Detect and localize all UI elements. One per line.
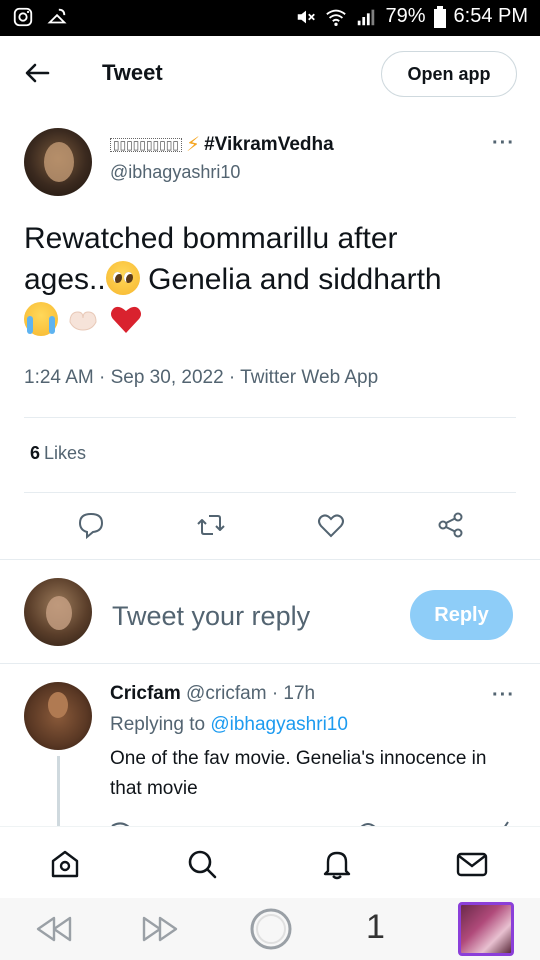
share-icon[interactable] (436, 510, 466, 540)
battery-icon (433, 5, 446, 28)
reply-button[interactable]: Reply (410, 590, 513, 640)
tweet-text-line1: Rewatched bommarillu after (24, 222, 398, 255)
reply-actions-clipped (100, 818, 520, 826)
replying-to-link[interactable]: @ibhagyashri10 (210, 714, 348, 735)
red-heart-emoji (110, 306, 141, 333)
tweet-actions (0, 510, 540, 546)
mute-icon (298, 10, 316, 23)
replying-to: Replying to @ibhagyashri10 (110, 714, 348, 736)
wifi-icon (326, 9, 347, 26)
back-arrow-icon[interactable] (22, 58, 52, 88)
tweet-text-line2b: Genelia and siddharth (139, 263, 442, 296)
instagram-icon (13, 7, 33, 27)
reply-author-name: Cricfam (110, 683, 181, 704)
pleading-face-emoji (105, 261, 140, 295)
page-title: Tweet (102, 60, 163, 85)
likes-number: 6 (30, 443, 41, 463)
comment-icon[interactable] (76, 510, 106, 540)
satellite-icon (47, 8, 67, 24)
reply-author-avatar[interactable] (24, 682, 92, 750)
reply-handle-time: @cricfam · 17h (180, 683, 316, 704)
thread-line (57, 756, 60, 826)
likes-count[interactable]: 6 Likes (30, 443, 86, 464)
reply-more-options-icon[interactable]: ··· (492, 684, 515, 707)
replying-prefix: Replying to (110, 714, 211, 735)
divider (24, 417, 516, 418)
notifications-bell-icon[interactable] (320, 847, 354, 881)
divider (24, 492, 516, 493)
more-options-icon[interactable]: ··· (492, 132, 515, 155)
likes-label: Likes (44, 443, 87, 463)
lightning-emoji: ⚡ (186, 134, 201, 156)
top-bar: Tweet Open app (0, 36, 540, 112)
reply-input[interactable] (112, 598, 392, 634)
reply-text: One of the fav movie. Genelia's innocenc… (110, 748, 487, 799)
search-icon[interactable] (185, 847, 219, 881)
author-name[interactable]: ▯▯▯▯▯▯▯▯▯▯ ⚡ #VikramVedha (110, 132, 334, 157)
retweet-icon[interactable] (196, 510, 226, 540)
battery-percent: 79% (385, 5, 426, 27)
divider (0, 663, 540, 664)
clock: 6:54 PM (453, 5, 528, 27)
home-icon[interactable] (48, 847, 82, 881)
author-name-glyphs: ▯▯▯▯▯▯▯▯▯▯ (110, 137, 183, 152)
forward-navigation-icon[interactable] (140, 912, 180, 946)
divider (0, 559, 540, 560)
tab-count[interactable]: 1 (366, 908, 385, 947)
author-name-tag: #VikramVedha (204, 133, 334, 155)
signal-icon (358, 9, 375, 25)
crying-face-emoji (24, 302, 58, 336)
user-avatar[interactable] (24, 578, 92, 646)
reply-author[interactable]: Cricfam @cricfam · 17h (110, 683, 315, 705)
author-avatar[interactable] (24, 128, 92, 196)
heart-hands-emoji (69, 311, 97, 331)
messages-mail-icon[interactable] (455, 847, 489, 881)
tweet-text-line2a: ages.. (24, 263, 106, 296)
loading-spinner-icon[interactable] (248, 906, 294, 952)
back-navigation-icon[interactable] (34, 912, 74, 946)
bottom-navigation (0, 826, 540, 898)
tab-thumbnail[interactable] (458, 902, 514, 956)
status-bar: 79% 6:54 PM (0, 0, 540, 36)
open-app-button[interactable]: Open app (381, 51, 517, 97)
tweet-text: Rewatched bommarillu after ages.. Geneli… (24, 218, 524, 341)
tweet-timestamp[interactable]: 1:24 AM · Sep 30, 2022 · Twitter Web App (24, 367, 378, 389)
like-heart-icon[interactable] (316, 510, 346, 540)
author-handle[interactable]: @ibhagyashri10 (110, 162, 240, 183)
